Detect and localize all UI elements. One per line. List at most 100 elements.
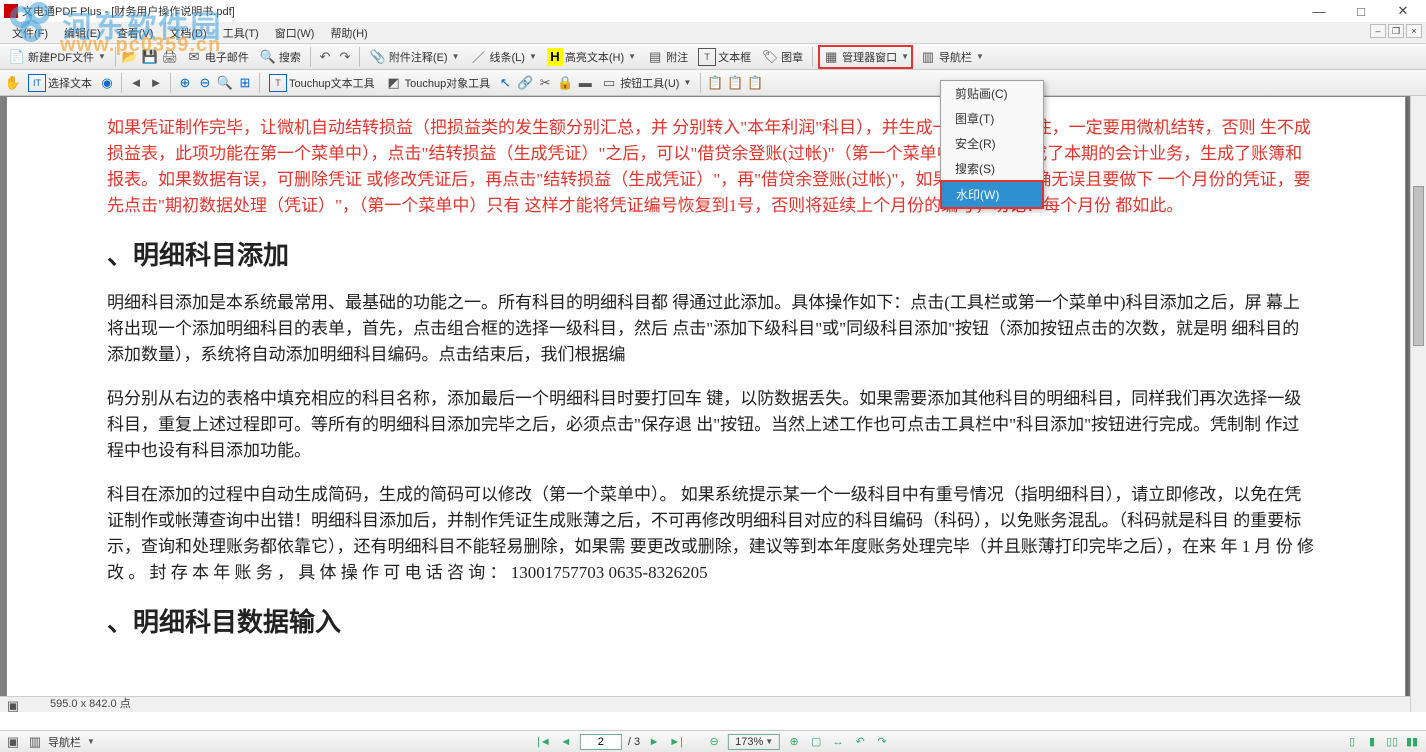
page-view-icon[interactable]: ▣ [4,733,22,751]
facing-icon[interactable]: ▯▯ [1384,734,1400,750]
button-tools-button[interactable]: ▭ 按钮工具(U) ▼ [596,72,695,94]
page-size-icon[interactable]: ▣ [4,697,22,712]
touchup-obj-button[interactable]: ◩ Touchup对象工具 [381,72,495,94]
clipboard-icon-2[interactable]: 📋 [726,74,744,92]
rotate-ccw-icon[interactable]: ↶ [852,734,868,750]
touchup-obj-icon: ◩ [385,74,403,92]
zoom-in-status-icon[interactable]: ⊕ [786,734,802,750]
redact-icon[interactable]: ▬ [576,74,594,92]
lines-button[interactable]: ／ 线条(L) ▼ [466,46,541,68]
single-page-icon[interactable]: ▯ [1344,734,1360,750]
hand-icon[interactable]: ✋ [4,74,22,92]
zoom-marquee-icon[interactable]: ⊞ [236,74,254,92]
crop-icon[interactable]: ✂ [536,74,554,92]
next-view-icon[interactable]: ► [147,74,165,92]
menu-file[interactable]: 文件(F) [4,23,56,43]
paperclip-icon: 📎 [369,48,387,66]
zoom-out-status-icon[interactable]: ⊖ [706,734,722,750]
menu-document[interactable]: 文档(D) [161,23,214,43]
menu-tools[interactable]: 工具(T) [215,23,267,43]
document-heading-2: 、明细科目数据输入 [107,602,1315,639]
new-pdf-button[interactable]: 📄 新建PDF文件 ▼ [4,46,110,68]
scrollbar-thumb[interactable] [1413,186,1424,346]
window-titlebar: 文电通PDF Plus - [财务用户操作说明书.pdf] — □ ✕ [0,0,1426,22]
dropdown-item-search[interactable]: 搜索(S) [941,156,1043,181]
dropdown-item-security[interactable]: 安全(R) [941,131,1043,156]
app-icon [4,4,18,18]
attach-annot-button[interactable]: 📎 附件注释(E) ▼ [365,46,464,68]
zoom-in-icon[interactable]: ⊕ [176,74,194,92]
menu-window[interactable]: 窗口(W) [267,23,323,43]
document-icon: 📄 [8,48,26,66]
first-page-icon[interactable]: |◄ [536,734,552,750]
textbox-label: 文本框 [718,49,751,65]
mdi-close-button[interactable]: × [1406,24,1422,38]
page-number-input[interactable] [580,734,622,750]
touchup-text-icon: T [269,74,287,92]
dropdown-item-stamp[interactable]: 图章(T) [941,106,1043,131]
document-paragraph-4: 科目在添加的过程中自动生成简码，生成的简码可以修改（第一个菜单中）。 如果系统提… [107,482,1315,586]
email-button[interactable]: ✉ 电子邮件 [181,46,253,68]
highlight-text-button[interactable]: H 高亮文本(H) ▼ [543,46,640,68]
menu-edit[interactable]: 编辑(E) [56,23,109,43]
open-icon[interactable]: 📂 [121,48,139,66]
window-title: 文电通PDF Plus - [财务用户操作说明书.pdf] [22,3,235,19]
save-icon[interactable]: 💾 [141,48,159,66]
line-icon: ／ [470,48,488,66]
nav-panel-button[interactable]: ▥ 导航栏 ▼ [915,46,988,68]
mdi-minimize-button[interactable]: – [1370,24,1386,38]
text-select-icon: IT [28,74,46,92]
page-dimensions: 595.0 x 842.0 点 [50,696,131,712]
last-page-icon[interactable]: ►| [668,734,684,750]
window-maximize-button[interactable]: □ [1340,0,1382,22]
select-text-button[interactable]: IT 选择文本 [24,72,96,94]
link-icon[interactable]: 🔗 [516,74,534,92]
nav-list-icon[interactable]: ▥ [26,733,44,751]
binoculars-icon: 🔍 [259,48,277,66]
attach-annot-label: 附件注释(E) [389,49,448,65]
attach-note-button[interactable]: ▤ 附注 [642,46,692,68]
fit-page-icon[interactable]: ▢ [808,734,824,750]
stamp-icon: 🏷 [761,48,779,66]
zoom-out-icon[interactable]: ⊖ [196,74,214,92]
mdi-restore-button[interactable]: ❐ [1388,24,1404,38]
nav-panel-status-label[interactable]: 导航栏 [48,734,81,750]
undo-icon[interactable]: ↶ [316,48,334,66]
rotate-cw-icon[interactable]: ↷ [874,734,890,750]
continuous-facing-icon[interactable]: ▮▮ [1404,734,1420,750]
lock-icon[interactable]: 🔒 [556,74,574,92]
print-icon[interactable]: 🖨 [161,48,179,66]
menu-view[interactable]: 查看(V) [109,23,162,43]
zoom-fit-icon[interactable]: 🔍 [216,74,234,92]
touchup-text-button[interactable]: T Touchup文本工具 [265,72,379,94]
pointer-icon[interactable]: ↖ [496,74,514,92]
document-page[interactable]: 如果凭证制作完毕，让微机自动结转损益（把损益类的发生额分别汇总，并 分别转入"本… [6,96,1406,702]
prev-page-icon[interactable]: ◄ [558,734,574,750]
next-page-icon[interactable]: ► [646,734,662,750]
clipboard-icon-3[interactable]: 📋 [746,74,764,92]
new-pdf-label: 新建PDF文件 [28,49,94,65]
attach-label: 附注 [666,49,688,65]
search-button[interactable]: 🔍 搜索 [255,46,305,68]
textbox-button[interactable]: T 文本框 [694,46,755,68]
menu-help[interactable]: 帮助(H) [322,23,375,43]
document-area: 如果凭证制作完毕，让微机自动结转损益（把损益类的发生额分别汇总，并 分别转入"本… [0,96,1426,712]
zoom-level-box[interactable]: 173% ▼ [728,734,780,750]
manager-window-button[interactable]: ▦ 管理器窗口 ▼ [818,45,913,69]
window-close-button[interactable]: ✕ [1382,0,1424,22]
fit-width-icon[interactable]: ↔ [830,734,846,750]
snapshot-icon[interactable]: ◉ [98,74,116,92]
zoom-level-label: 173% [735,736,763,748]
dropdown-item-clipart[interactable]: 剪贴画(C) [941,81,1043,106]
manager-window-dropdown: 剪贴画(C) 图章(T) 安全(R) 搜索(S) 水印(W) [940,80,1044,209]
stamp-button[interactable]: 🏷 图章 [757,46,807,68]
clipboard-icon-1[interactable]: 📋 [706,74,724,92]
redo-icon[interactable]: ↷ [336,48,354,66]
continuous-icon[interactable]: ▮ [1364,734,1380,750]
window-minimize-button[interactable]: — [1298,0,1340,22]
prev-view-icon[interactable]: ◄ [127,74,145,92]
dropdown-item-watermark[interactable]: 水印(W) [942,182,1042,207]
document-paragraph-3: 码分别从右边的表格中填充相应的科目名称，添加最后一个明细科目时要打回车 键，以防… [107,386,1315,464]
horizontal-scrollbar[interactable]: ▣ 595.0 x 842.0 点 [0,696,1410,712]
vertical-scrollbar[interactable] [1410,96,1426,712]
